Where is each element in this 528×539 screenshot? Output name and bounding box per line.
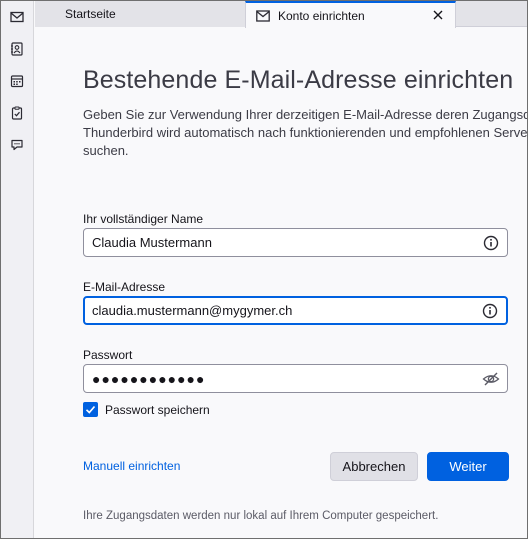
remember-password-label: Passwort speichern — [105, 402, 210, 417]
thunderbird-window: Startseite Konto einrichten Bestehende E… — [0, 0, 528, 539]
name-value: Claudia Mustermann — [92, 235, 212, 250]
email-info-button[interactable] — [480, 301, 500, 321]
password-label: Passwort — [83, 348, 133, 362]
page-title: Bestehende E-Mail-Adresse einrichten — [83, 66, 514, 94]
tab-label: Startseite — [65, 7, 116, 21]
remember-password-row[interactable]: Passwort speichern — [83, 402, 210, 417]
continue-button[interactable]: Weiter — [427, 452, 509, 481]
chat-space-button[interactable] — [7, 135, 27, 155]
email-field[interactable]: claudia.mustermann@mygymer.ch — [83, 296, 508, 325]
tab-startseite[interactable]: Startseite — [35, 1, 245, 27]
tab-konto-einrichten[interactable]: Konto einrichten — [245, 1, 456, 28]
calendar-space-button[interactable] — [7, 71, 27, 91]
address-book-space-button[interactable] — [7, 39, 27, 59]
name-field[interactable]: Claudia Mustermann — [83, 228, 508, 257]
name-label: Ihr vollständiger Name — [83, 212, 204, 226]
email-value: claudia.mustermann@mygymer.ch — [92, 303, 293, 318]
toggle-password-button[interactable] — [481, 369, 501, 389]
email-label: E-Mail-Adresse — [83, 280, 166, 294]
account-setup-page: Bestehende E-Mail-Adresse einrichten Geb… — [35, 28, 527, 538]
tab-label: Konto einrichten — [278, 8, 365, 23]
envelope-icon — [256, 9, 270, 22]
spaces-toolbar — [1, 1, 34, 538]
checkmark-icon — [85, 405, 96, 414]
close-icon — [433, 10, 443, 20]
intro-line: Thunderbird wird automatisch nach funkti… — [83, 125, 527, 140]
intro-text: Geben Sie zur Verwendung Ihrer derzeitig… — [83, 106, 527, 160]
info-icon — [482, 303, 498, 318]
password-field[interactable]: ●●●●●●●●●●●● — [83, 364, 508, 393]
local-storage-note: Ihre Zugangsdaten werden nur lokal auf I… — [83, 510, 439, 522]
name-info-button[interactable] — [481, 233, 501, 253]
tasks-space-button[interactable] — [7, 103, 27, 123]
info-icon — [483, 235, 499, 250]
tasks-icon — [11, 106, 23, 120]
mail-icon — [10, 11, 24, 23]
calendar-icon — [10, 75, 24, 88]
cancel-button[interactable]: Abbrechen — [330, 452, 418, 481]
remember-password-checkbox[interactable] — [83, 402, 98, 417]
intro-line: suchen. — [83, 143, 129, 158]
address-book-icon — [11, 42, 23, 56]
manual-setup-link[interactable]: Manuell einrichten — [83, 459, 180, 473]
eye-slash-icon — [482, 372, 500, 385]
intro-line: Geben Sie zur Verwendung Ihrer derzeitig… — [83, 107, 527, 122]
tab-bar: Startseite Konto einrichten — [35, 1, 527, 28]
chat-icon — [11, 139, 23, 151]
password-value: ●●●●●●●●●●●● — [92, 370, 206, 387]
mail-space-button[interactable] — [7, 7, 27, 27]
close-tab-button[interactable] — [431, 8, 445, 22]
